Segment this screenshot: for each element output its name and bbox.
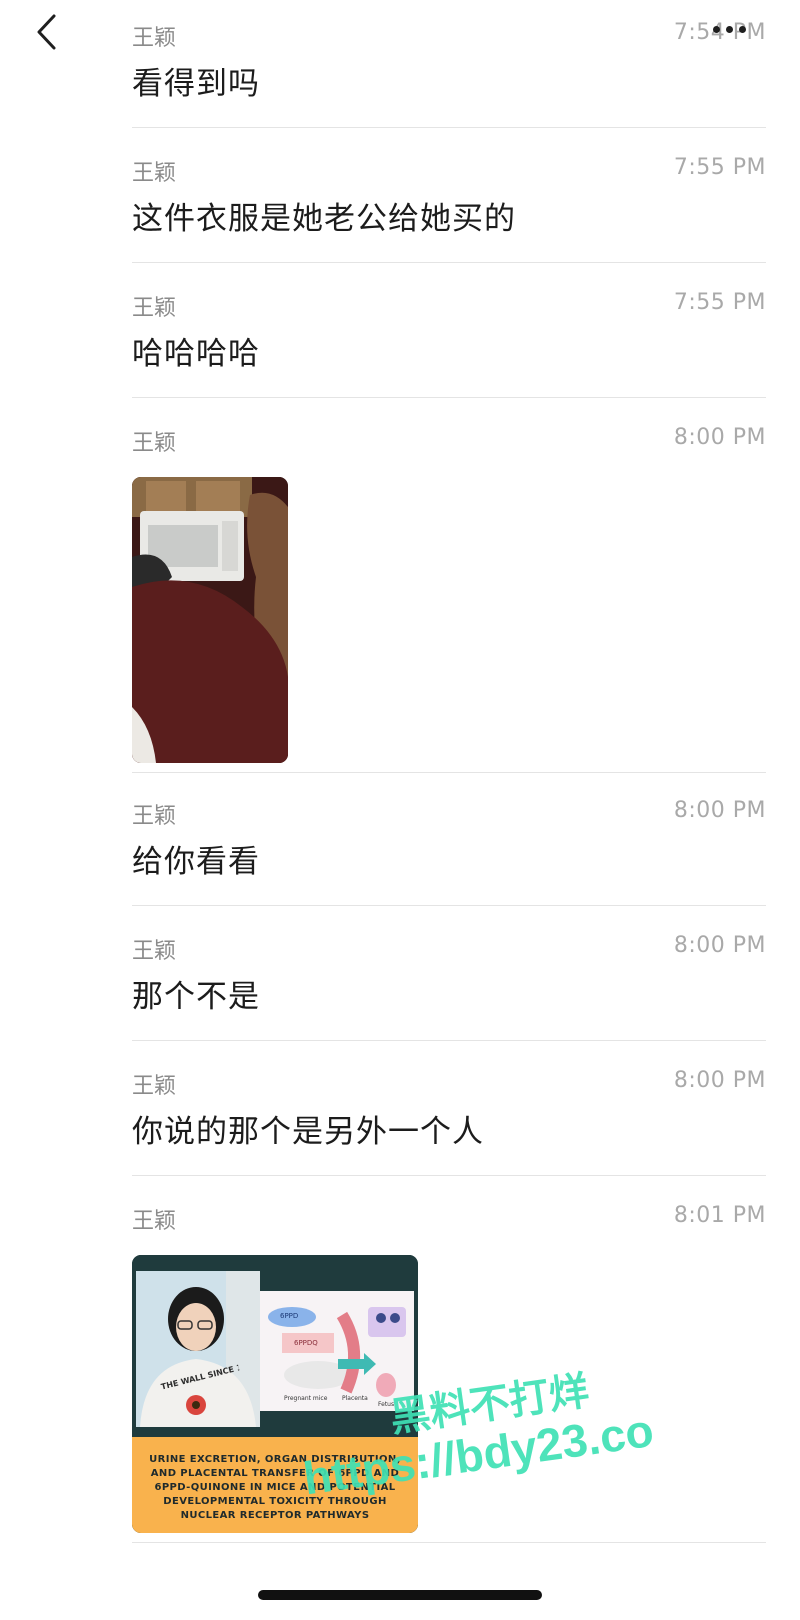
message-item[interactable]: 王颖 7:55 PM 哈哈哈哈 [132,270,766,398]
message-time: 7:55 PM [673,290,766,315]
home-indicator[interactable] [258,1590,542,1600]
kitchen-photo[interactable] [132,477,288,763]
message-text: 这件衣服是她老公给她买的 [132,201,516,237]
chevron-left-icon [37,14,56,50]
sender-name: 王颖 [132,804,177,829]
message-item[interactable]: 王颖 7:54 PM 看得到吗 [132,0,766,128]
message-text: 你说的那个是另外一个人 [132,1114,484,1150]
message-time: 8:00 PM [673,933,766,958]
message-time: 8:00 PM [673,798,766,823]
message-item[interactable]: 王颖 8:01 PM THE WALL SINCE 19 6PPD 6PPDQ … [132,1183,766,1543]
sender-name: 王颖 [132,939,177,964]
message-time: 8:00 PM [673,1068,766,1093]
message-item[interactable]: 王颖 8:00 PM [132,405,766,773]
sender-name: 王颖 [132,1074,177,1099]
poster-label-fetus: Fetus [378,1401,395,1408]
more-dots-icon[interactable] [713,20,746,38]
sender-name: 王颖 [132,1209,177,1234]
poster-label-6ppdq: 6PPDQ [294,1339,318,1347]
back-button[interactable] [26,10,66,54]
poster-label-mice: Pregnant mice [284,1395,328,1402]
message-time: 7:55 PM [673,155,766,180]
sender-name: 王颖 [132,161,177,186]
message-item[interactable]: 王颖 8:00 PM 那个不是 [132,913,766,1041]
message-item[interactable]: 王颖 8:00 PM 给你看看 [132,778,766,906]
sender-name: 王颖 [132,431,177,456]
message-text: 给你看看 [132,844,260,880]
message-text: 那个不是 [132,979,260,1015]
research-poster-image[interactable]: THE WALL SINCE 19 6PPD 6PPDQ Pregnant mi… [132,1255,418,1533]
message-time: 8:01 PM [673,1203,766,1228]
message-item[interactable]: 王颖 8:00 PM 你说的那个是另外一个人 [132,1048,766,1176]
poster-label-6ppd: 6PPD [280,1312,299,1320]
message-text: 看得到吗 [132,66,260,102]
poster-title: URINE EXCRETION, ORGAN DISTRIBUTION, AND… [149,1454,401,1521]
message-text: 哈哈哈哈 [132,336,260,372]
poster-label-placenta: Placenta [342,1395,368,1402]
message-item[interactable]: 王颖 7:55 PM 这件衣服是她老公给她买的 [132,135,766,263]
sender-name: 王颖 [132,26,177,51]
message-time: 8:00 PM [673,425,766,450]
sender-name: 王颖 [132,296,177,321]
